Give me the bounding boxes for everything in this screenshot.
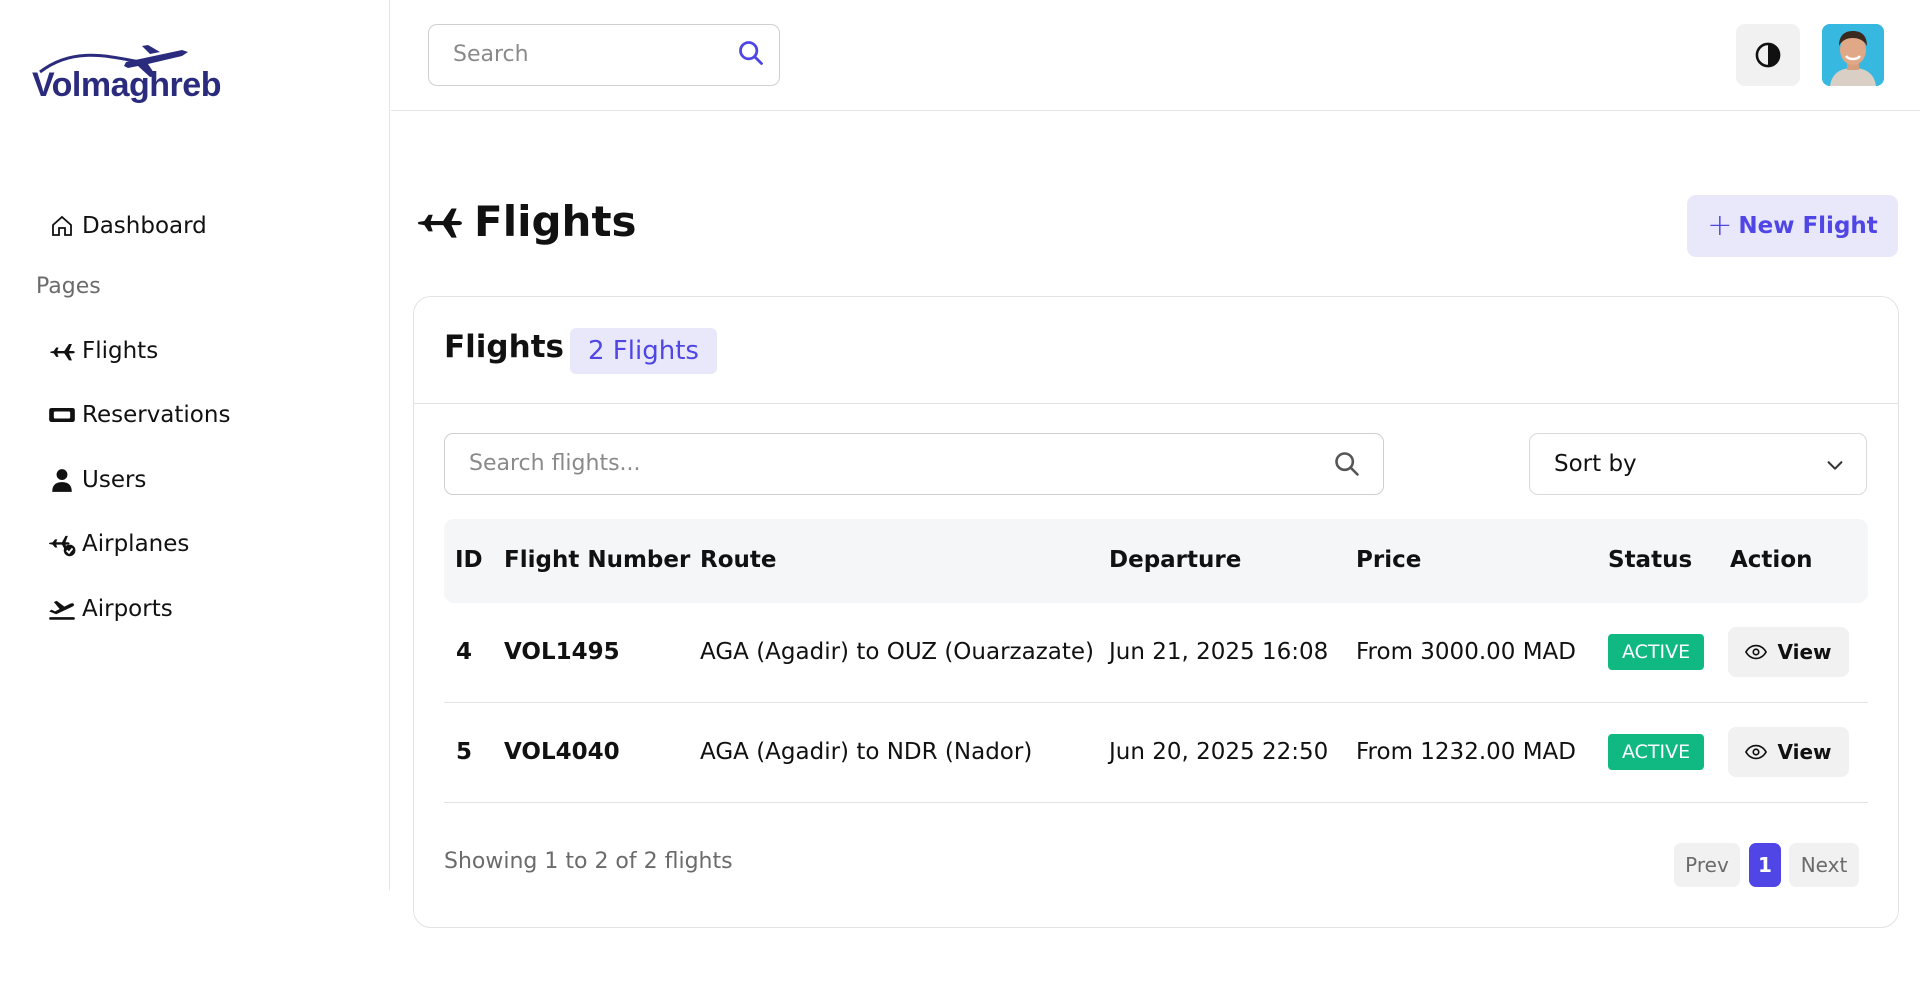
home-icon (48, 212, 76, 240)
column-header-id[interactable]: ID (455, 547, 483, 573)
sidebar-item-flights[interactable]: Flights (48, 331, 158, 371)
view-button-label: View (1777, 640, 1832, 664)
cell-route: AGA (Agadir) to OUZ (Ouarzazate) (700, 639, 1095, 665)
sidebar-item-airplanes[interactable]: Airplanes (48, 524, 189, 564)
sidebar: Volmaghreb Dashboard Pages Flights Reser… (0, 0, 390, 890)
table-row: 4 VOL1495 AGA (Agadir) to OUZ (Ouarzazat… (444, 603, 1868, 703)
cell-departure: Jun 20, 2025 22:50 (1109, 739, 1329, 765)
top-search-box (428, 24, 780, 86)
contrast-icon (1755, 42, 1781, 68)
cell-id: 5 (456, 739, 473, 765)
status-badge: ACTIVE (1608, 634, 1705, 670)
sidebar-item-label: Reservations (82, 402, 231, 428)
prev-page-button[interactable]: Prev (1674, 843, 1740, 887)
card-header: Flights 2 Flights (414, 297, 1898, 404)
new-flight-button[interactable]: + New Flight (1687, 195, 1898, 257)
column-header-departure[interactable]: Departure (1109, 547, 1241, 573)
sidebar-item-reservations[interactable]: Reservations (48, 395, 230, 435)
card-title: Flights (444, 329, 564, 365)
brand-name: Volmaghreb (32, 66, 221, 104)
chevron-down-icon (1824, 454, 1846, 476)
column-header-flight-number[interactable]: Flight Number (504, 547, 690, 573)
eye-icon (1745, 644, 1768, 660)
view-button[interactable]: View (1728, 727, 1849, 777)
plus-icon: + (1707, 208, 1733, 243)
view-button-label: View (1777, 740, 1832, 764)
sidebar-item-label: Users (82, 467, 147, 493)
flight-search-box (444, 433, 1384, 495)
column-header-action: Action (1730, 547, 1813, 573)
table-row: 5 VOL4040 AGA (Agadir) to NDR (Nador) Ju… (444, 703, 1868, 803)
user-avatar[interactable] (1822, 24, 1884, 86)
flights-card: Flights 2 Flights Sort by ID Flight Numb… (413, 296, 1899, 928)
plane-departure-icon (48, 595, 76, 623)
ticket-icon (48, 401, 76, 429)
cell-flight-number: VOL4040 (504, 739, 620, 765)
sidebar-section-label: Pages (36, 274, 101, 299)
cell-route: AGA (Agadir) to NDR (Nador) (700, 739, 1033, 765)
sidebar-item-airports[interactable]: Airports (48, 589, 173, 629)
airplane-icon (48, 337, 76, 365)
sort-select[interactable]: Sort by (1529, 433, 1867, 495)
sort-select-label: Sort by (1554, 451, 1637, 477)
column-header-route[interactable]: Route (700, 547, 776, 573)
search-icon (1333, 450, 1361, 478)
cell-id: 4 (456, 639, 473, 665)
next-page-button[interactable]: Next (1789, 843, 1859, 887)
app-root: Volmaghreb Dashboard Pages Flights Reser… (0, 0, 1920, 994)
cell-price: From 3000.00 MAD (1356, 639, 1577, 665)
column-header-price[interactable]: Price (1356, 547, 1421, 573)
sidebar-item-label: Airports (82, 596, 173, 622)
brand-logo[interactable]: Volmaghreb (30, 44, 221, 114)
user-icon (48, 466, 76, 494)
new-flight-label: New Flight (1738, 213, 1878, 239)
page-1-button[interactable]: 1 (1749, 843, 1781, 887)
flight-count-badge: 2 Flights (570, 328, 717, 374)
sidebar-item-label: Airplanes (82, 531, 190, 557)
sidebar-item-dashboard[interactable]: Dashboard (48, 206, 207, 246)
sidebar-item-label: Dashboard (82, 213, 207, 239)
status-badge: ACTIVE (1608, 734, 1705, 770)
column-header-status[interactable]: Status (1608, 547, 1692, 573)
topbar (391, 0, 1920, 111)
theme-toggle-button[interactable] (1736, 24, 1800, 86)
sidebar-item-users[interactable]: Users (48, 460, 146, 500)
cell-flight-number: VOL1495 (504, 639, 620, 665)
airplane-icon (414, 196, 464, 246)
page-title: Flights (414, 196, 637, 246)
cell-price: From 1232.00 MAD (1356, 739, 1577, 765)
top-search-input[interactable] (429, 25, 709, 83)
airplane-check-icon (48, 530, 76, 558)
view-button[interactable]: View (1728, 627, 1849, 677)
cell-departure: Jun 21, 2025 16:08 (1109, 639, 1329, 665)
avatar-image (1822, 24, 1884, 86)
eye-icon (1745, 744, 1768, 760)
search-icon[interactable] (737, 39, 767, 69)
page-title-text: Flights (474, 196, 637, 246)
pagination-summary: Showing 1 to 2 of 2 flights (444, 849, 733, 874)
table-header: ID Flight Number Route Departure Price S… (444, 519, 1868, 603)
flight-search-input[interactable] (445, 434, 1305, 492)
sidebar-item-label: Flights (82, 338, 159, 364)
